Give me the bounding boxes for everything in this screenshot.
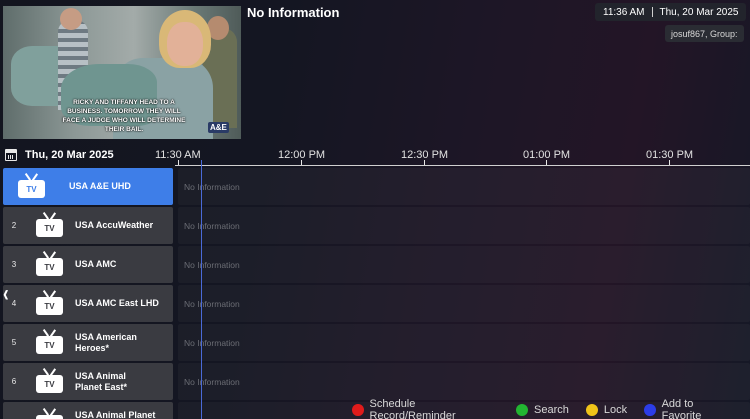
channel-name: USA AMC East LHD: [75, 298, 159, 308]
channel-row[interactable]: 4 TV USA AMC East LHD: [3, 285, 173, 322]
legend-label: Add to Favorite: [661, 398, 702, 419]
current-date: Thu, 20 Mar 2025: [659, 6, 739, 18]
tv-icon: TV: [36, 375, 63, 393]
network-logo: A&E: [208, 122, 229, 133]
video-preview[interactable]: RICKY AND TIFFANY HEAD TO A BUSINESS. TO…: [3, 6, 241, 139]
channel-name: USA A&E UHD: [69, 181, 131, 191]
clock-box: 11:36 AM Thu, 20 Mar 2025: [595, 3, 747, 21]
blue-button-icon: [644, 404, 656, 416]
color-key-legend: Schedule Record/Reminder Search Lock Add…: [352, 398, 750, 419]
left-arrow-icon[interactable]: ‹: [3, 280, 9, 308]
channel-row[interactable]: TV USA Animal Planet: [3, 402, 173, 419]
program-cell[interactable]: No Information: [178, 324, 750, 361]
legend-lock[interactable]: Lock: [585, 404, 628, 416]
channel-row[interactable]: TV USA A&E UHD: [3, 168, 173, 205]
program-cell[interactable]: No Information: [178, 168, 750, 205]
program-cell[interactable]: No Information: [178, 363, 750, 400]
yellow-button-icon: [585, 404, 598, 416]
legend-label: Lock: [603, 404, 628, 416]
channel-row[interactable]: 6 TV USA Animal Planet East*: [3, 363, 173, 400]
channel-number: 2: [11, 221, 17, 230]
legend-label: Schedule Record/Reminder: [369, 398, 456, 419]
current-time-indicator: [201, 160, 202, 419]
channel-name: USA American Heroes*: [75, 331, 137, 353]
tv-icon: TV: [36, 219, 63, 237]
tv-icon: TV: [36, 415, 63, 419]
clock-separator: [651, 7, 653, 17]
program-title: No Information: [247, 5, 340, 20]
preview-figure: [167, 22, 203, 66]
channel-name: USA AccuWeather: [75, 220, 154, 230]
legend-search[interactable]: Search: [516, 404, 569, 416]
legend-favorite[interactable]: Add to Favorite: [644, 398, 733, 419]
program-cell[interactable]: No Information: [178, 246, 750, 283]
timeline-rule: [175, 165, 750, 166]
channel-name: USA Animal Planet East*: [75, 370, 128, 392]
channel-number: 3: [11, 260, 17, 269]
tv-icon: TV: [36, 258, 63, 276]
user-info: josuf867, Group:: [665, 25, 744, 42]
legend-label: Search: [534, 404, 569, 416]
tv-icon: TV: [36, 336, 63, 354]
channel-name: USA AMC: [75, 259, 117, 269]
timeline-header: Thu, 20 Mar 2025 11:30 AM 12:00 PM 12:30…: [0, 146, 750, 166]
legend-record[interactable]: Schedule Record/Reminder: [352, 398, 499, 419]
channel-row[interactable]: 5 TV USA American Heroes*: [3, 324, 173, 361]
current-time: 11:36 AM: [603, 6, 645, 18]
program-cell[interactable]: No Information: [178, 285, 750, 322]
timeline-date[interactable]: Thu, 20 Mar 2025: [25, 149, 114, 161]
red-button-icon: [352, 404, 364, 416]
tv-icon: TV: [36, 297, 63, 315]
preview-figure: [60, 8, 82, 30]
channel-number: 5: [11, 338, 17, 347]
calendar-icon[interactable]: [5, 149, 17, 161]
channel-name: USA Animal Planet: [75, 410, 156, 419]
green-button-icon: [516, 404, 528, 416]
channel-row[interactable]: 2 TV USA AccuWeather: [3, 207, 173, 244]
channel-row[interactable]: 3 TV USA AMC: [3, 246, 173, 283]
preview-caption: RICKY AND TIFFANY HEAD TO A BUSINESS. TO…: [62, 99, 186, 133]
channel-number: 6: [11, 377, 17, 386]
program-cell[interactable]: No Information: [178, 207, 750, 244]
tv-icon: TV: [18, 180, 45, 198]
